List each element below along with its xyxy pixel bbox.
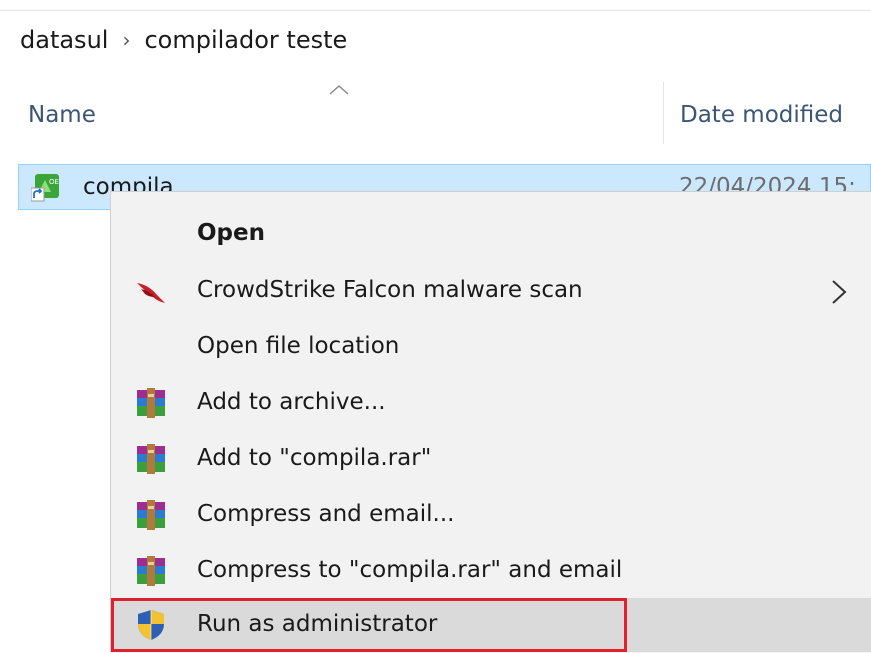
menu-item-label: CrowdStrike Falcon malware scan [197,277,583,303]
menu-item-add-to-archive[interactable]: Add to archive... [111,376,871,430]
menu-item-label: Open file location [197,333,400,359]
menu-item-crowdstrike-scan[interactable]: CrowdStrike Falcon malware scan [111,264,871,318]
breadcrumb-item-datasul[interactable]: datasul [20,26,108,54]
svg-text:OE: OE [49,178,59,186]
column-divider[interactable] [663,82,664,144]
breadcrumb[interactable]: datasul › compilador teste [20,22,347,58]
column-header: Name Date modified [0,80,871,150]
winrar-icon [137,556,165,586]
menu-item-label: Open [197,220,265,246]
submenu-chevron-icon [832,280,847,304]
breadcrumb-item-current[interactable]: compilador teste [144,26,347,54]
shortcut-app-icon: OE [31,174,59,202]
winrar-icon [137,500,165,530]
menu-item-label: Add to archive... [197,389,386,415]
menu-item-label: Compress to "compila.rar" and email [197,557,623,583]
column-header-date-modified[interactable]: Date modified [680,102,843,128]
menu-item-compress-to-rar-and-email[interactable]: Compress to "compila.rar" and email [111,544,871,598]
column-header-name[interactable]: Name [28,102,96,128]
menu-item-label: Compress and email... [197,501,455,527]
breadcrumb-chevron-icon: › [122,28,131,52]
address-bar-border [0,10,871,11]
menu-item-open-file-location[interactable]: Open file location [111,320,871,374]
menu-item-compress-and-email[interactable]: Compress and email... [111,488,871,542]
menu-item-add-to-compila-rar[interactable]: Add to "compila.rar" [111,432,871,486]
menu-item-label: Add to "compila.rar" [197,445,432,471]
winrar-icon [137,388,165,418]
crowdstrike-falcon-icon [137,283,165,303]
menu-item-run-as-administrator[interactable]: Run as administrator [111,598,871,652]
menu-item-open[interactable]: Open [111,207,871,261]
red-highlight-box [111,598,627,652]
context-menu: Open CrowdStrike Falcon malware scan Ope… [110,191,871,653]
winrar-icon [137,444,165,474]
sort-ascending-icon [329,84,349,95]
